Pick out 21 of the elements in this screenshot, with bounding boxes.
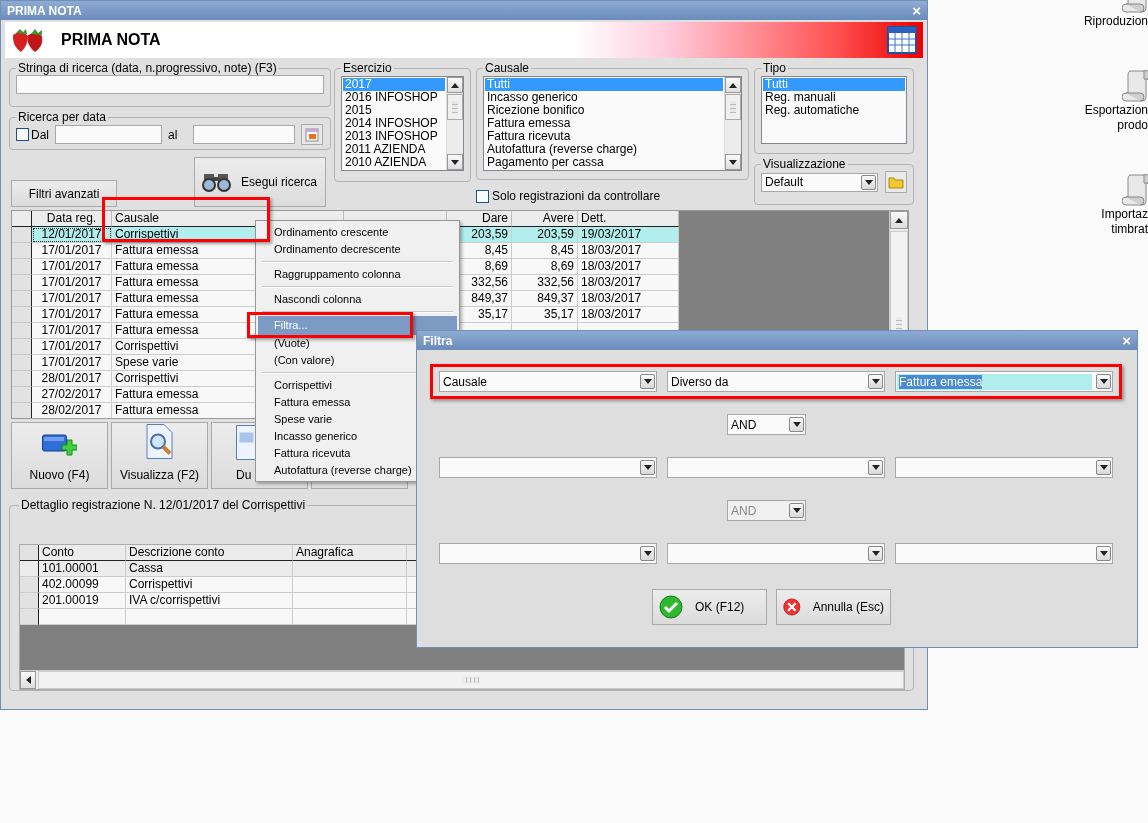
window-title: PRIMA NOTA — [7, 3, 82, 18]
table-cell: 201.00019 — [39, 593, 126, 609]
page-title: PRIMA NOTA — [61, 31, 162, 49]
table-cell: 28/02/2017 — [32, 403, 112, 418]
table-cell: 101.00001 — [39, 561, 126, 577]
group-label: Dettaglio registrazione N. 12/01/2017 del Corrispettivi — [20, 498, 307, 512]
table-cell: 12/01/2017 — [32, 227, 112, 243]
table-cell: Corrispettivi — [126, 577, 293, 593]
table-cell: IVA c/corrispettivi — [126, 593, 293, 609]
table-cell: Cassa — [126, 561, 293, 577]
group-label: Tipo — [762, 61, 787, 75]
group-label: Causale — [484, 61, 531, 75]
field-label: al — [168, 127, 178, 142]
checkbox-label: Dal — [31, 127, 49, 142]
group-label: Ricerca per data — [17, 110, 108, 124]
checkbox-label: Solo registrazioni da controllare — [492, 189, 661, 203]
group-label: Esercizio — [342, 61, 393, 75]
group-label: Visualizzazione — [762, 157, 847, 171]
table-cell: 402.00099 — [39, 577, 126, 593]
dialog-title: Filtra — [423, 333, 453, 348]
group-label: Stringa di ricerca (data, n.progressivo, note) (F3) — [17, 61, 278, 75]
